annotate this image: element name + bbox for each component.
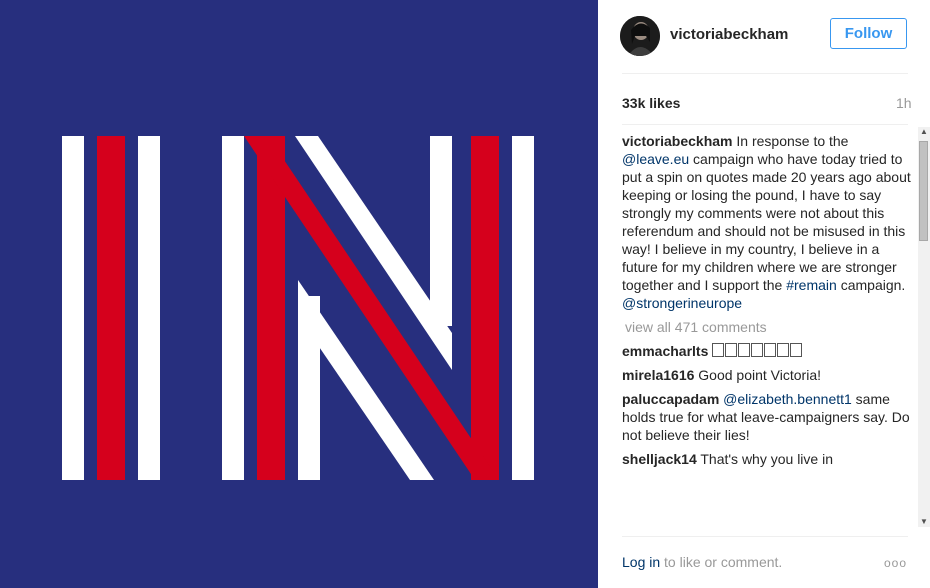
scroll-down-icon[interactable]: ▼ bbox=[919, 517, 929, 527]
comments-scrollbar[interactable]: ▲ ▼ bbox=[918, 127, 930, 527]
scrollbar-thumb[interactable] bbox=[919, 141, 928, 241]
divider bbox=[622, 73, 908, 74]
divider bbox=[622, 536, 908, 537]
post-header: victoriabeckham Follow bbox=[598, 0, 930, 72]
emoji-glyphs bbox=[712, 343, 803, 359]
comment-username[interactable]: shelljack14 bbox=[622, 451, 697, 467]
comment: shelljack14 That's why you live in bbox=[622, 450, 914, 468]
footer-prompt: Log in to like or comment. bbox=[622, 554, 782, 570]
caption-username[interactable]: victoriabeckham bbox=[622, 133, 733, 149]
caption-mention[interactable]: @leave.eu bbox=[622, 151, 689, 167]
footer-text: to like or comment. bbox=[660, 554, 783, 570]
comment-username[interactable]: mirela1616 bbox=[622, 367, 694, 383]
username-link[interactable]: victoriabeckham bbox=[670, 26, 788, 43]
comments-list: victoriabeckham In response to the @leav… bbox=[622, 132, 914, 528]
login-link[interactable]: Log in bbox=[622, 554, 660, 570]
caption-text: In response to the bbox=[736, 133, 849, 149]
divider bbox=[622, 124, 908, 125]
in-logo bbox=[62, 136, 534, 480]
avatar[interactable] bbox=[620, 16, 660, 56]
likes-count[interactable]: 33k likes bbox=[622, 95, 680, 111]
comment: mirela1616 Good point Victoria! bbox=[622, 366, 914, 384]
scroll-up-icon[interactable]: ▲ bbox=[919, 127, 929, 137]
comment-username[interactable]: emmacharlts bbox=[622, 343, 708, 359]
view-all-comments-link[interactable]: view all 471 comments bbox=[625, 318, 914, 336]
caption-mention[interactable]: @strongerineurope bbox=[622, 295, 742, 311]
instagram-post: victoriabeckham Follow 33k likes 1h vict… bbox=[0, 0, 930, 588]
caption: victoriabeckham In response to the @leav… bbox=[622, 132, 914, 312]
comment-text: That's why you live in bbox=[700, 451, 833, 467]
comment-username[interactable]: paluccapadam bbox=[622, 391, 719, 407]
comment-mention[interactable]: @elizabeth.bennett1 bbox=[723, 391, 852, 407]
caption-text: campaign. bbox=[836, 277, 906, 293]
comment-text: Good point Victoria! bbox=[698, 367, 822, 383]
post-time[interactable]: 1h bbox=[896, 95, 912, 111]
post-sidebar: victoriabeckham Follow 33k likes 1h vict… bbox=[598, 0, 930, 588]
comment: emmacharlts bbox=[622, 342, 914, 360]
comment: paluccapadam @elizabeth.bennett1 same ho… bbox=[622, 390, 914, 444]
post-image bbox=[0, 0, 598, 588]
more-options-icon[interactable]: ooo bbox=[884, 556, 907, 570]
caption-hashtag[interactable]: #remain bbox=[786, 277, 837, 293]
follow-button[interactable]: Follow bbox=[830, 18, 907, 49]
caption-text: campaign who have today tried to put a s… bbox=[622, 151, 911, 293]
